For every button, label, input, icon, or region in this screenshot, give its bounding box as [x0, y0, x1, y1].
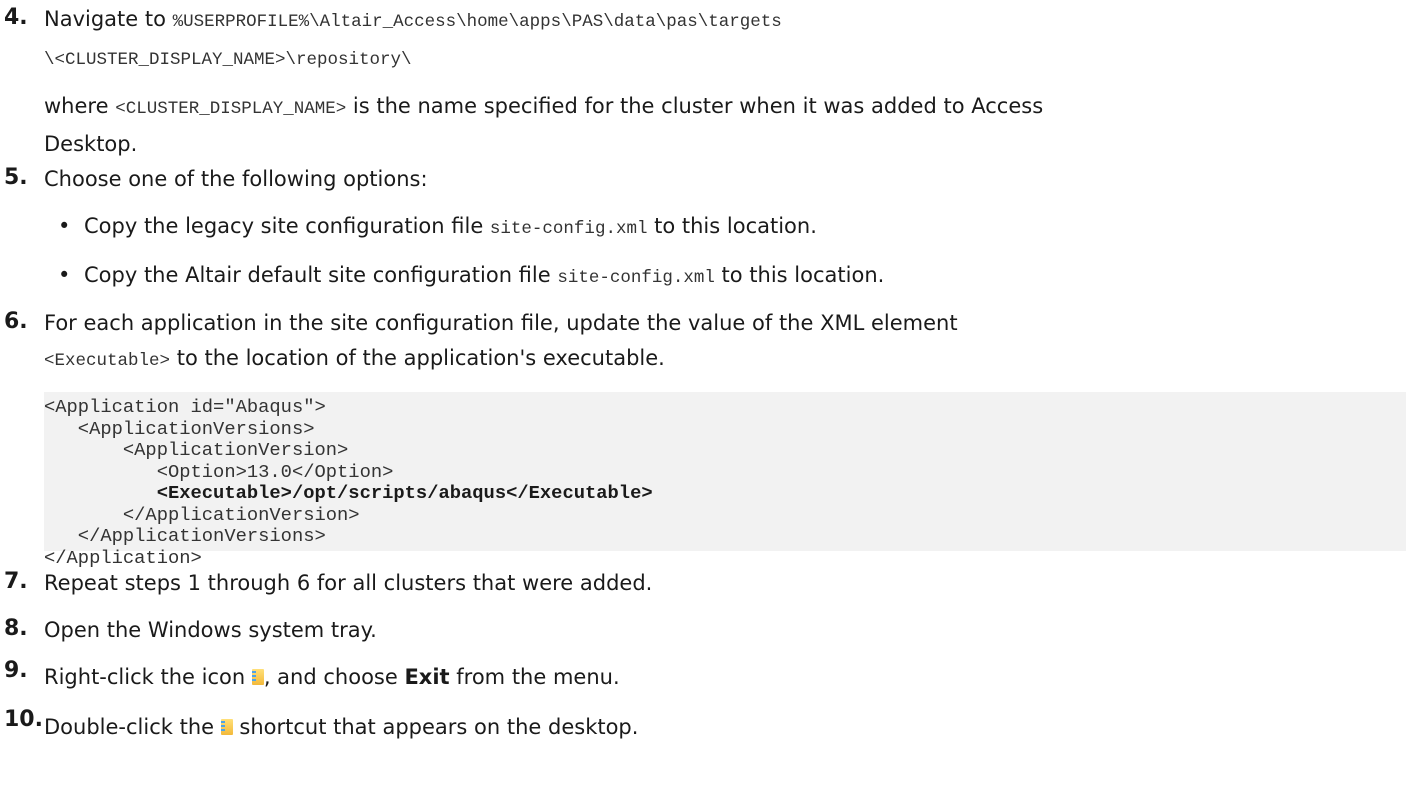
code-line: <Application id="Abaqus">: [44, 396, 326, 418]
step-text: from the menu.: [449, 665, 620, 689]
step-text: , and choose: [263, 665, 405, 689]
step-text: Navigate to: [44, 7, 173, 31]
step-5-body: Choose one of the following options: • Co…: [44, 162, 1392, 307]
where-text: where: [44, 94, 116, 118]
step-number: 9.: [4, 658, 28, 683]
step-number: 7.: [4, 569, 28, 594]
step-6-body: For each application in the site configu…: [44, 306, 1392, 379]
list-item: • Copy the legacy site configuration file…: [58, 214, 817, 239]
step-text: Right-click the icon: [44, 665, 252, 689]
path-code-continued: \<CLUSTER_DISPLAY_NAME>\repository\: [44, 50, 412, 70]
access-desktop-icon: [251, 669, 264, 685]
path-code: %USERPROFILE%\Altair_Access\home\apps\PA…: [172, 12, 782, 32]
step-number: 4.: [4, 5, 28, 30]
code-line: <ApplicationVersions>: [44, 417, 315, 440]
step-10-body: Double-click the shortcut that appears o…: [44, 710, 1392, 745]
step-number: 6.: [4, 309, 28, 334]
step-text: Choose one of the following options:: [44, 167, 428, 191]
step-number: 5.: [4, 165, 28, 190]
step-text: Repeat steps 1 through 6 for all cluster…: [44, 571, 653, 595]
step-4-body: Navigate to %USERPROFILE%\Altair_Access\…: [44, 2, 1392, 162]
code-line: <Option>13.0</Option>: [44, 460, 394, 483]
code-line: </ApplicationVersion>: [44, 503, 360, 526]
step-9-body: Right-click the icon , and choose Exit f…: [44, 660, 1392, 695]
code-line-highlighted: <Executable>/opt/scripts/abaqus</Executa…: [44, 482, 653, 504]
list-item: • Copy the Altair default site configurat…: [58, 263, 885, 288]
xml-code-block: <Application id="Abaqus"> <ApplicationVe…: [44, 392, 1406, 568]
exit-label: Exit: [404, 665, 450, 689]
file-code: site-config.xml: [489, 219, 648, 239]
code-line: <ApplicationVersion>: [44, 439, 349, 461]
step-text-rest: to the location of the application's exe…: [170, 346, 665, 370]
where-text-rest: is the name specified for the cluster wh…: [346, 94, 1044, 118]
file-code: site-config.xml: [557, 268, 715, 288]
step-number: 10.: [4, 707, 43, 732]
options-list: • Copy the legacy site configuration file…: [44, 209, 1392, 296]
where-text-end: Desktop.: [44, 132, 138, 156]
element-code: <Executable>: [44, 351, 171, 371]
step-number: 8.: [4, 616, 28, 641]
cluster-name-code: <CLUSTER_DISPLAY_NAME>: [115, 99, 347, 119]
step-text: For each application in the site configu…: [44, 311, 958, 335]
access-desktop-icon: [220, 719, 233, 735]
step-text: shortcut that appears on the desktop.: [232, 715, 639, 739]
step-text: Open the Windows system tray.: [44, 618, 377, 642]
code-line: </ApplicationVersions>: [44, 525, 326, 547]
document-page: 4. Navigate to %USERPROFILE%\Altair_Acce…: [0, 0, 1406, 808]
step-text: Double-click the: [44, 715, 221, 739]
